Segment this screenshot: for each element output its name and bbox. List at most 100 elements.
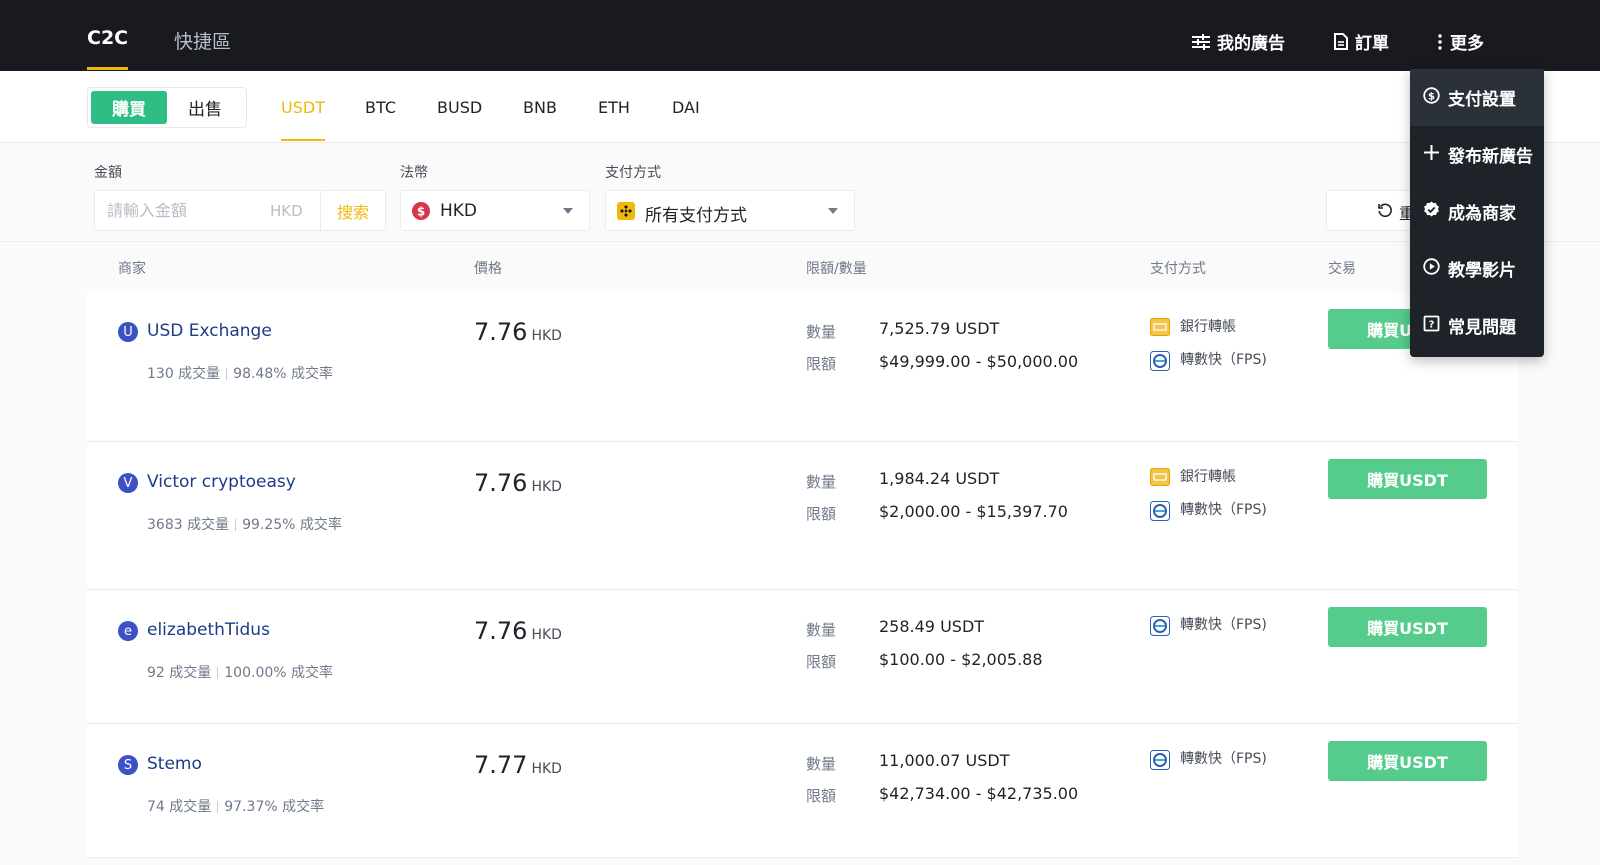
verified-badge-icon: [1423, 201, 1440, 223]
payment-method: 轉數快（FPS): [1150, 350, 1290, 377]
document-icon: [1334, 33, 1348, 50]
limit-value: $49,999.00 - $50,000.00: [879, 352, 1079, 371]
merchant-name[interactable]: Stemo: [147, 754, 202, 774]
amount-currency: HKD: [270, 202, 303, 220]
payment-method: 轉數快（FPS): [1150, 615, 1290, 642]
sell-tab[interactable]: 出售: [167, 91, 243, 124]
menu-item-faq[interactable]: ? 常見問題: [1410, 297, 1544, 354]
my-ads-link[interactable]: 我的廣告: [1192, 29, 1285, 54]
table-row: e elizabethTidus 92 成交量 100.00% 成交率 7.76 H…: [87, 590, 1517, 724]
question-icon: ?: [1423, 315, 1440, 337]
qty-label: 數量: [806, 755, 837, 773]
price-currency: HKD: [531, 328, 562, 344]
coin-tab-btc[interactable]: BTC: [365, 98, 396, 117]
qty-value: 258.49 USDT: [879, 617, 985, 636]
my-ads-label: 我的廣告: [1217, 34, 1285, 54]
amount-input[interactable]: [107, 201, 267, 220]
fps-icon: [1150, 616, 1170, 642]
order-count: 3683 成交量: [147, 517, 230, 533]
limit-label: 限額: [806, 505, 837, 523]
price-value: 7.76: [474, 469, 528, 497]
coin-tab-dai[interactable]: DAI: [672, 98, 700, 117]
order-count: 74 成交量: [147, 799, 212, 815]
buy-usdt-button[interactable]: 購買USDT: [1328, 607, 1487, 647]
completion-rate: 99.25% 成交率: [242, 517, 342, 533]
payment-methods: 銀行轉帳 轉數快（FPS): [1150, 467, 1290, 535]
fps-icon: [1150, 351, 1170, 377]
order-count: 130 成交量: [147, 366, 221, 382]
fps-icon: [1150, 501, 1170, 527]
plus-icon: [1423, 144, 1440, 166]
limit-label: 限額: [806, 653, 837, 671]
table-header: 商家 價格 限額/數量 支付方式 交易: [0, 243, 1600, 291]
col-limit-qty: 限額/數量: [806, 261, 867, 277]
dollar-circle-icon: $: [1423, 86, 1440, 109]
chevron-down-icon: [563, 208, 573, 214]
merchant-name[interactable]: elizabethTidus: [147, 620, 270, 640]
table-row: S Stemo 74 成交量 97.37% 成交率 7.77 HKD 數量 11,0…: [87, 724, 1517, 858]
top-nav: C2C 快捷區 我的廣告 訂單 更多: [0, 0, 1600, 71]
avatar: V: [118, 473, 138, 493]
fps-icon: [1150, 750, 1170, 776]
merchant-stats: 74 成交量 97.37% 成交率: [147, 796, 324, 816]
avatar: e: [118, 621, 138, 641]
price-currency: HKD: [531, 479, 562, 495]
price-currency: HKD: [531, 761, 562, 777]
more-menu-button[interactable]: 更多: [1437, 29, 1484, 54]
coin-tab-busd[interactable]: BUSD: [437, 98, 482, 117]
qty-label: 數量: [806, 621, 837, 639]
limit-value: $100.00 - $2,005.88: [879, 650, 1043, 669]
merchant-stats: 3683 成交量 99.25% 成交率: [147, 514, 342, 534]
limit-value: $2,000.00 - $15,397.70: [879, 502, 1068, 521]
bank-card-icon: [1150, 468, 1170, 492]
menu-item-payment-settings[interactable]: $ 支付設置: [1410, 69, 1544, 126]
limit-value: $42,734.00 - $42,735.00: [879, 784, 1079, 803]
search-button[interactable]: 搜索: [320, 191, 385, 230]
coin-tab-bnb[interactable]: BNB: [523, 98, 557, 117]
tab-c2c[interactable]: C2C: [87, 27, 129, 70]
kebab-icon: [1437, 33, 1443, 50]
merchant-name[interactable]: USD Exchange: [147, 321, 272, 341]
price-value: 7.77: [474, 751, 528, 779]
payment-select[interactable]: 所有支付方式: [605, 190, 855, 231]
sliders-icon: [1192, 33, 1210, 50]
limit-label: 限額: [806, 787, 837, 805]
buy-usdt-button[interactable]: 購買USDT: [1328, 741, 1487, 781]
col-trade: 交易: [1328, 261, 1356, 277]
avatar: S: [118, 755, 138, 775]
completion-rate: 97.37% 成交率: [224, 799, 325, 815]
tab-quick-zone[interactable]: 快捷區: [174, 27, 231, 54]
qty-value: 11,000.07 USDT: [879, 751, 1010, 770]
payment-method: 銀行轉帳: [1150, 317, 1290, 342]
qty-label: 數量: [806, 323, 837, 341]
menu-item-post-ad[interactable]: 發布新廣告: [1410, 126, 1544, 183]
limit-label: 限額: [806, 355, 837, 373]
chevron-down-icon: [828, 208, 838, 214]
payment-methods: 轉數快（FPS): [1150, 615, 1290, 650]
payment-label: 支付方式: [605, 165, 661, 181]
sub-bar: 購買 出售 USDT BTC BUSD BNB ETH DAI: [0, 71, 1600, 143]
buy-usdt-button[interactable]: 購買USDT: [1328, 459, 1487, 499]
menu-item-tutorial-videos[interactable]: 教學影片: [1410, 240, 1544, 297]
buy-tab[interactable]: 購買: [91, 91, 167, 124]
completion-rate: 100.00% 成交率: [224, 665, 334, 681]
orders-link[interactable]: 訂單: [1334, 29, 1389, 54]
svg-text:$: $: [1428, 91, 1435, 102]
payment-methods: 轉數快（FPS): [1150, 749, 1290, 784]
coin-tab-usdt[interactable]: USDT: [281, 98, 325, 141]
payment-method: 轉數快（FPS): [1150, 500, 1290, 527]
price-value: 7.76: [474, 617, 528, 645]
price: 7.76 HKD: [474, 318, 562, 346]
merchant-stats: 92 成交量 100.00% 成交率: [147, 662, 333, 682]
bank-card-icon: [1150, 318, 1170, 342]
merchant-name[interactable]: Victor cryptoeasy: [147, 472, 296, 492]
price: 7.76 HKD: [474, 469, 562, 497]
payment-method: 轉數快（FPS): [1150, 749, 1290, 776]
fiat-select[interactable]: $ HKD: [400, 190, 590, 231]
refresh-icon: [1377, 202, 1393, 222]
play-circle-icon: [1423, 257, 1440, 280]
filter-bar: 金額 HKD 搜索 法幣 $ HKD 支付方式 所有支付方式 重: [0, 143, 1600, 242]
avatar: U: [118, 322, 138, 342]
menu-item-become-merchant[interactable]: 成為商家: [1410, 183, 1544, 240]
coin-tab-eth[interactable]: ETH: [598, 98, 630, 117]
